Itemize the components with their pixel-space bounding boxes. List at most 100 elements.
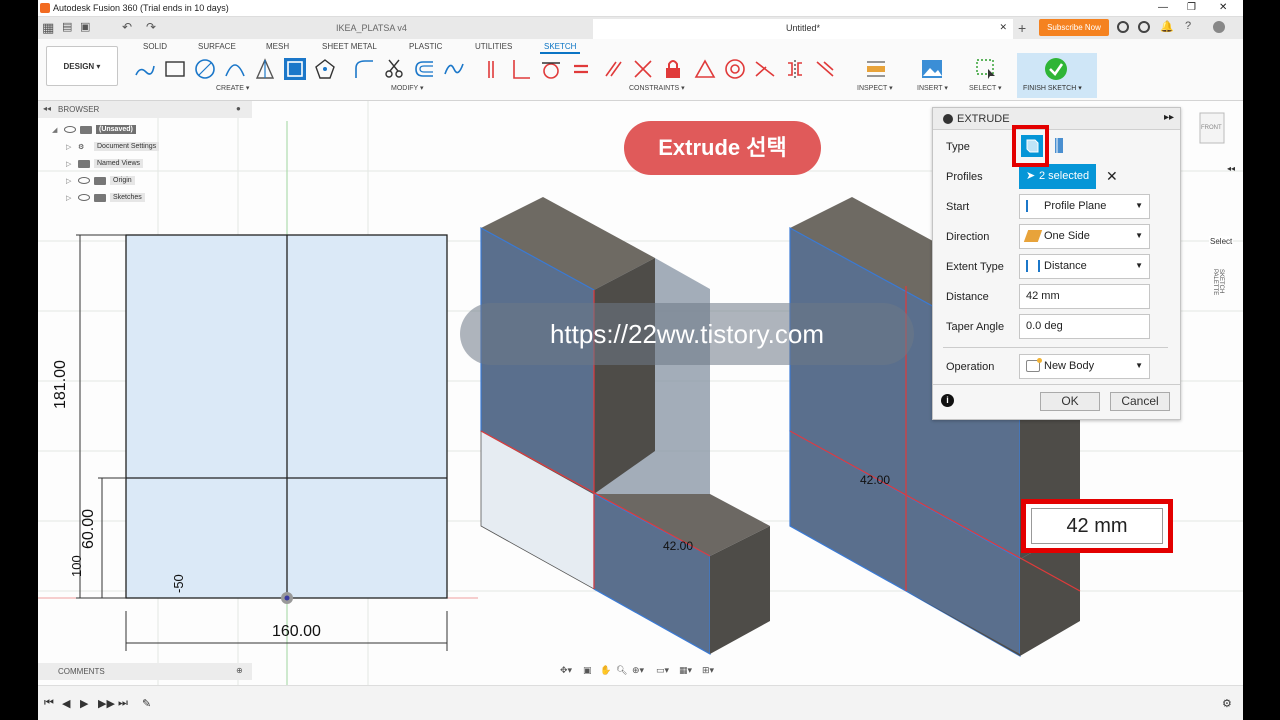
app-grid-icon[interactable]: ▦: [42, 20, 54, 36]
sketch-palette-collapsed[interactable]: ◂◂ Select SKETCH PALETTE: [1209, 108, 1243, 688]
viewports-icon[interactable]: ⊞▾: [702, 665, 714, 676]
tab-solid[interactable]: SOLID: [139, 41, 171, 52]
browser-header[interactable]: ◂◂ BROWSER ●: [38, 101, 252, 118]
collapse-palette-icon[interactable]: ◂◂: [1227, 164, 1235, 173]
avatar[interactable]: [1213, 21, 1225, 33]
distance-input[interactable]: 42 mm: [1019, 284, 1150, 309]
comments-add-icon[interactable]: ⊕: [236, 666, 243, 675]
display-settings-icon[interactable]: ▭▾: [656, 665, 669, 676]
tree-item-origin[interactable]: ▷ Origin: [66, 173, 135, 188]
constraints-group-label[interactable]: CONSTRAINTS ▾: [629, 84, 685, 92]
select-window-icon[interactable]: [975, 58, 997, 80]
clear-selection-icon[interactable]: ✕: [1106, 168, 1118, 185]
job-status-icon[interactable]: [1138, 21, 1150, 33]
circle-tool-icon[interactable]: [194, 58, 216, 80]
browser-pin-icon[interactable]: ●: [236, 104, 241, 113]
extrude-type-thin-icon[interactable]: [1051, 136, 1067, 156]
extrude-dimension-right[interactable]: 42.00: [860, 473, 890, 487]
tree-item-document-settings[interactable]: ▷ ⚙ Document Settings: [66, 139, 160, 154]
finish-sketch-button[interactable]: FINISH SKETCH ▾: [1017, 53, 1097, 98]
profiles-selection-button[interactable]: ➤ 2 selected: [1019, 164, 1096, 189]
look-at-icon[interactable]: ▣: [583, 665, 592, 676]
expand-icon[interactable]: ▷: [66, 160, 74, 168]
timeline-sketch-icon[interactable]: ✎: [142, 697, 151, 710]
extrude-dimension-left[interactable]: 42.00: [663, 539, 693, 553]
dimension-tool-icon[interactable]: [284, 58, 306, 80]
inspect-group-label[interactable]: INSPECT ▾: [857, 84, 893, 92]
curvature-icon[interactable]: [814, 58, 836, 80]
ok-button[interactable]: OK: [1040, 392, 1100, 411]
view-cube-front-label[interactable]: FRONT: [1201, 125, 1222, 131]
polygon-tool-icon[interactable]: [314, 58, 336, 80]
timeline-settings-icon[interactable]: ⚙: [1222, 697, 1232, 710]
arc-tool-icon[interactable]: [224, 58, 246, 80]
expand-panel-icon[interactable]: ▸▸: [1164, 112, 1174, 123]
timeline-next-icon[interactable]: ▶▶: [98, 697, 115, 710]
trim-tool-icon[interactable]: [383, 58, 405, 80]
orbit-icon[interactable]: ✥▾: [560, 665, 572, 676]
symmetry-icon[interactable]: [784, 58, 806, 80]
notifications-icon[interactable]: 🔔: [1160, 20, 1174, 33]
redo-icon[interactable]: ↷: [146, 20, 156, 34]
direction-select[interactable]: One Side ▼: [1019, 224, 1150, 249]
tab-sketch[interactable]: SKETCH: [540, 41, 581, 54]
dimension-width[interactable]: 160.00: [272, 623, 321, 641]
cancel-button[interactable]: Cancel: [1110, 392, 1170, 411]
offset-tool-icon[interactable]: [413, 58, 435, 80]
extrude-header[interactable]: EXTRUDE ▸▸: [933, 108, 1180, 130]
fillet-tool-icon[interactable]: [353, 58, 375, 80]
coincident-icon[interactable]: [483, 58, 505, 80]
start-select[interactable]: Profile Plane ▼: [1019, 194, 1150, 219]
new-tab-icon[interactable]: +: [1018, 20, 1026, 36]
subscribe-button[interactable]: Subscribe Now: [1039, 19, 1109, 36]
fit-icon[interactable]: ⊕▾: [632, 665, 644, 676]
tab-utilities[interactable]: UTILITIES: [471, 41, 516, 52]
midpoint-icon[interactable]: [694, 58, 716, 80]
grid-settings-icon[interactable]: ▦▾: [679, 665, 692, 676]
collinear-icon[interactable]: [754, 58, 776, 80]
horizontal-vertical-icon[interactable]: [632, 58, 654, 80]
minimize-icon[interactable]: —: [1158, 2, 1168, 13]
close-icon[interactable]: ✕: [1219, 2, 1227, 13]
taper-angle-input[interactable]: 0.0 deg: [1019, 314, 1150, 339]
tab-ikea-platsa[interactable]: IKEA_PLATSA v4: [328, 19, 588, 39]
tangent-icon[interactable]: [540, 58, 562, 80]
help-icon[interactable]: ?: [1185, 20, 1191, 32]
save-icon[interactable]: ▣: [80, 20, 90, 33]
dimension-offset[interactable]: -50: [171, 574, 186, 593]
perpendicular-icon[interactable]: [510, 58, 532, 80]
expand-icon[interactable]: ▷: [66, 143, 74, 151]
measure-icon[interactable]: [865, 58, 887, 80]
concentric-icon[interactable]: [724, 58, 746, 80]
fix-lock-icon[interactable]: [662, 58, 684, 80]
timeline-end-icon[interactable]: ⏭: [118, 697, 128, 710]
collapse-icon[interactable]: ◢: [52, 126, 60, 134]
tab-surface[interactable]: SURFACE: [194, 41, 240, 52]
eye-icon[interactable]: [64, 126, 76, 133]
tree-item-sketches[interactable]: ▷ Sketches: [66, 190, 145, 205]
rectangle-tool-icon[interactable]: [164, 58, 186, 80]
insert-image-icon[interactable]: [921, 58, 943, 80]
comments-bar[interactable]: COMMENTS ⊕: [38, 663, 252, 680]
eye-icon[interactable]: [78, 177, 90, 184]
pan-icon[interactable]: ✋: [600, 665, 611, 676]
tab-plastic[interactable]: PLASTIC: [405, 41, 446, 52]
tree-item-named-views[interactable]: ▷ Named Views: [66, 156, 144, 171]
design-workspace-button[interactable]: DESIGN ▾: [46, 46, 118, 86]
dimension-height[interactable]: 181.00: [52, 360, 70, 409]
extent-type-select[interactable]: Distance ▼: [1019, 254, 1150, 279]
select-group-label[interactable]: SELECT ▾: [969, 84, 1002, 92]
timeline-start-icon[interactable]: ⏮: [44, 697, 54, 710]
expand-icon[interactable]: ▷: [66, 177, 74, 185]
tab-sheet-metal[interactable]: SHEET METAL: [318, 41, 381, 52]
tree-item-root[interactable]: ◢ (Unsaved): [52, 122, 136, 137]
restore-icon[interactable]: ❐: [1187, 2, 1196, 13]
extensions-icon[interactable]: [1117, 21, 1129, 33]
timeline-play-icon[interactable]: ▶: [80, 697, 88, 710]
file-icon[interactable]: ▤: [62, 20, 72, 33]
equal-icon[interactable]: [570, 58, 592, 80]
insert-group-label[interactable]: INSERT ▾: [917, 84, 948, 92]
mirror-tool-icon[interactable]: [254, 58, 276, 80]
eye-icon[interactable]: [78, 194, 90, 201]
tab-untitled[interactable]: Untitled* ✕: [593, 19, 1013, 39]
